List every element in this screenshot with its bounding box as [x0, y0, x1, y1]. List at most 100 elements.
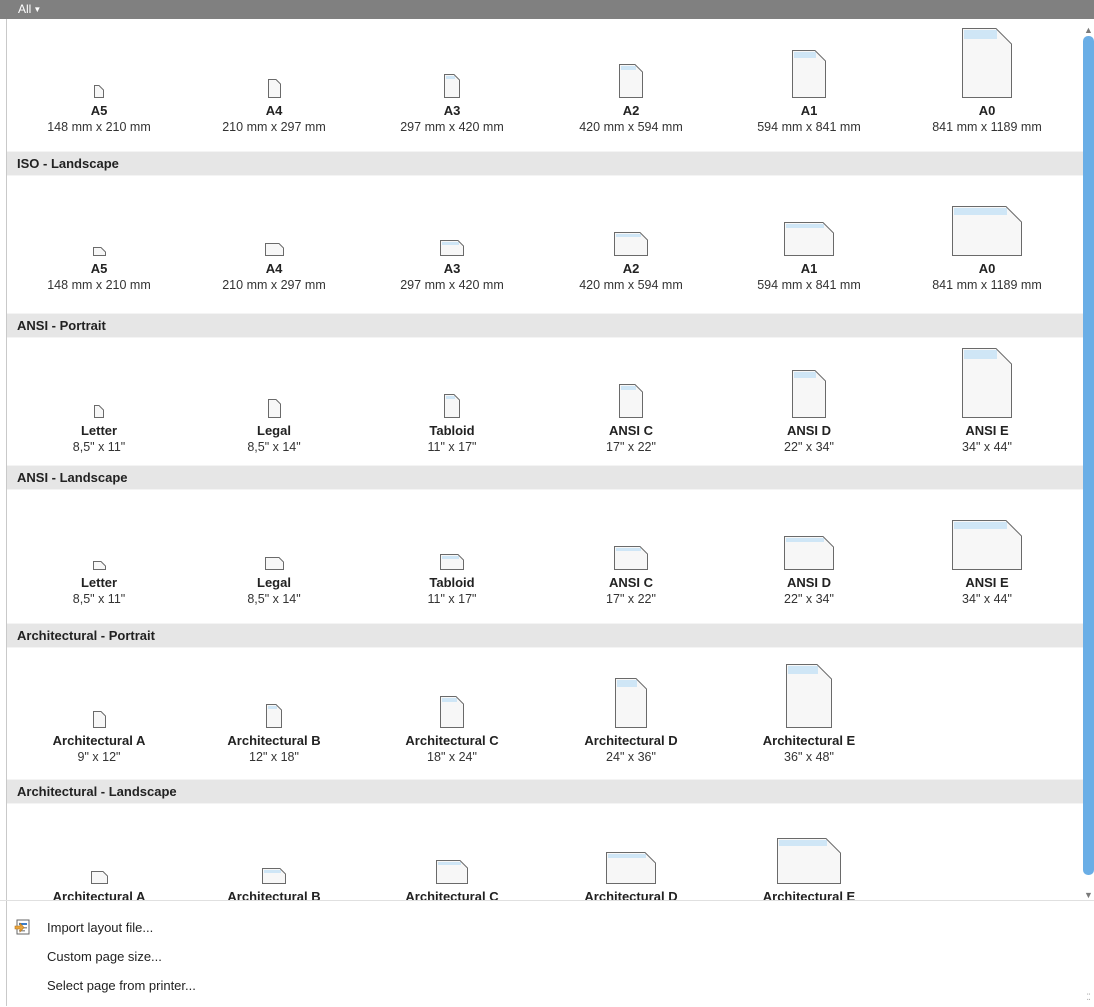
page-size-name: A1	[800, 103, 818, 118]
page-size-option[interactable]: A0 841 mm x 1189 mm	[898, 177, 1076, 311]
filter-dropdown[interactable]: All ▼	[18, 1, 41, 18]
page-thumbnail-area	[10, 805, 188, 895]
page-size-option[interactable]: Tabloid 11" x 17"	[363, 339, 541, 473]
page-size-name: Architectural A	[52, 889, 146, 900]
page-size-option[interactable]: A0 841 mm x 1189 mm	[898, 19, 1076, 153]
page-size-option[interactable]: ANSI E 34" x 44"	[898, 339, 1076, 473]
page-size-name: Architectural E	[762, 733, 856, 748]
folded-corner-icon	[454, 394, 460, 400]
page-size-dimensions: 24" x 36"	[606, 750, 656, 764]
section-header: ANSI - Portrait	[7, 313, 1083, 338]
import-layout-file-item[interactable]: Import layout file...	[47, 916, 153, 940]
folded-corner-icon	[99, 85, 104, 90]
page-size-name: ANSI E	[965, 423, 1009, 438]
page-size-option[interactable]: Legal 8,5" x 14"	[185, 491, 363, 625]
page-size-dimensions: 8,5" x 14"	[247, 592, 301, 606]
page-size-option[interactable]: A2 420 mm x 594 mm	[542, 19, 720, 153]
page-size-option[interactable]: Tabloid 11" x 17"	[363, 491, 541, 625]
landscape-page-icon	[614, 232, 648, 256]
page-thumbnail-area	[720, 649, 898, 739]
page-header-highlight	[794, 52, 816, 58]
landscape-page-icon	[614, 546, 648, 570]
page-size-option[interactable]: ANSI D 22" x 34"	[720, 339, 898, 473]
portrait-page-icon	[94, 85, 104, 98]
page-size-dimensions: 8,5" x 14"	[247, 440, 301, 454]
landscape-page-icon	[436, 860, 468, 884]
page-size-name: Letter	[80, 575, 118, 590]
page-thumbnail-area	[363, 339, 541, 429]
landscape-page-icon	[440, 554, 464, 570]
page-header-highlight	[779, 840, 827, 846]
page-size-name: A5	[90, 103, 108, 118]
page-thumbnail-area	[542, 491, 720, 581]
page-header-highlight	[621, 66, 636, 70]
custom-page-size-item[interactable]: Custom page size...	[47, 945, 162, 969]
page-size-dimensions: 148 mm x 210 mm	[47, 278, 151, 292]
page-size-option[interactable]: A5 148 mm x 210 mm	[10, 177, 188, 311]
page-size-option[interactable]: Letter 8,5" x 11"	[10, 491, 188, 625]
folded-corner-icon	[640, 546, 648, 554]
page-size-name: Architectural B	[227, 733, 321, 748]
page-thumbnail-area	[542, 177, 720, 267]
page-thumbnail-area	[363, 649, 541, 739]
page-size-name: Architectural A	[52, 733, 146, 748]
folded-corner-icon	[276, 704, 282, 710]
page-size-option[interactable]: Architectural D	[542, 805, 720, 900]
page-size-option[interactable]: A5 148 mm x 210 mm	[10, 19, 188, 153]
page-size-option[interactable]: Architectural C 18" x 24"	[363, 649, 541, 783]
page-size-option[interactable]: ANSI E 34" x 44"	[898, 491, 1076, 625]
scroll-up-arrow-icon[interactable]: ▲	[1084, 25, 1093, 35]
page-size-option[interactable]: Architectural A	[10, 805, 188, 900]
page-size-option[interactable]: ANSI C 17" x 22"	[542, 491, 720, 625]
page-size-option[interactable]: A3 297 mm x 420 mm	[363, 177, 541, 311]
select-page-from-printer-item[interactable]: Select page from printer...	[47, 974, 196, 998]
folded-corner-icon	[458, 240, 464, 246]
page-size-name: A4	[265, 103, 283, 118]
landscape-page-icon	[265, 243, 284, 256]
page-size-option[interactable]: A1 594 mm x 841 mm	[720, 177, 898, 311]
portrait-page-icon	[440, 696, 464, 728]
page-size-dimensions: 34" x 44"	[962, 592, 1012, 606]
page-size-option[interactable]: ANSI C 17" x 22"	[542, 339, 720, 473]
page-header-highlight	[616, 548, 641, 551]
folded-corner-icon	[823, 536, 834, 547]
portrait-page-icon	[792, 50, 826, 98]
page-size-option[interactable]: A1 594 mm x 841 mm	[720, 19, 898, 153]
page-size-option[interactable]: Architectural D 24" x 36"	[542, 649, 720, 783]
page-size-option[interactable]: Architectural E 36" x 48"	[720, 649, 898, 783]
page-size-option[interactable]: Architectural B 12" x 18"	[185, 649, 363, 783]
page-size-option[interactable]: A4 210 mm x 297 mm	[185, 177, 363, 311]
page-size-name: A1	[800, 261, 818, 276]
page-size-name: A2	[622, 261, 640, 276]
folded-corner-icon	[636, 678, 647, 689]
page-thumbnail-area	[10, 339, 188, 429]
scroll-down-arrow-icon[interactable]: ▼	[1084, 890, 1093, 900]
page-size-option[interactable]: Legal 8,5" x 14"	[185, 339, 363, 473]
page-size-name: ANSI D	[786, 423, 832, 438]
resize-grip-icon[interactable]: ⁚⁚	[1086, 992, 1091, 1003]
page-size-option[interactable]: Letter 8,5" x 11"	[10, 339, 188, 473]
page-size-option[interactable]: A4 210 mm x 297 mm	[185, 19, 363, 153]
page-size-option[interactable]: Architectural B	[185, 805, 363, 900]
page-size-option[interactable]: Architectural A 9" x 12"	[10, 649, 188, 783]
page-size-name: ANSI C	[608, 575, 654, 590]
folded-corner-icon	[276, 399, 281, 404]
folded-corner-icon	[279, 243, 284, 248]
landscape-page-icon	[93, 561, 106, 570]
section-header: Architectural - Landscape	[7, 779, 1083, 804]
page-size-option[interactable]: Architectural E	[720, 805, 898, 900]
folded-corner-icon	[640, 232, 648, 240]
page-size-option[interactable]: A3 297 mm x 420 mm	[363, 19, 541, 153]
folded-corner-icon	[276, 79, 281, 84]
page-size-name: Tabloid	[429, 575, 475, 590]
page-size-option[interactable]: ANSI D 22" x 34"	[720, 491, 898, 625]
page-size-option[interactable]: A2 420 mm x 594 mm	[542, 177, 720, 311]
folded-corner-icon	[826, 838, 841, 853]
vertical-scrollbar[interactable]: ▲ ▼	[1083, 19, 1094, 900]
scrollbar-thumb[interactable]	[1083, 36, 1094, 875]
page-size-dimensions: 594 mm x 841 mm	[757, 278, 861, 292]
page-size-name: Architectural C	[405, 889, 499, 900]
page-size-option[interactable]: Architectural C	[363, 805, 541, 900]
page-thumbnail-area	[185, 177, 363, 267]
landscape-page-icon	[440, 240, 464, 256]
